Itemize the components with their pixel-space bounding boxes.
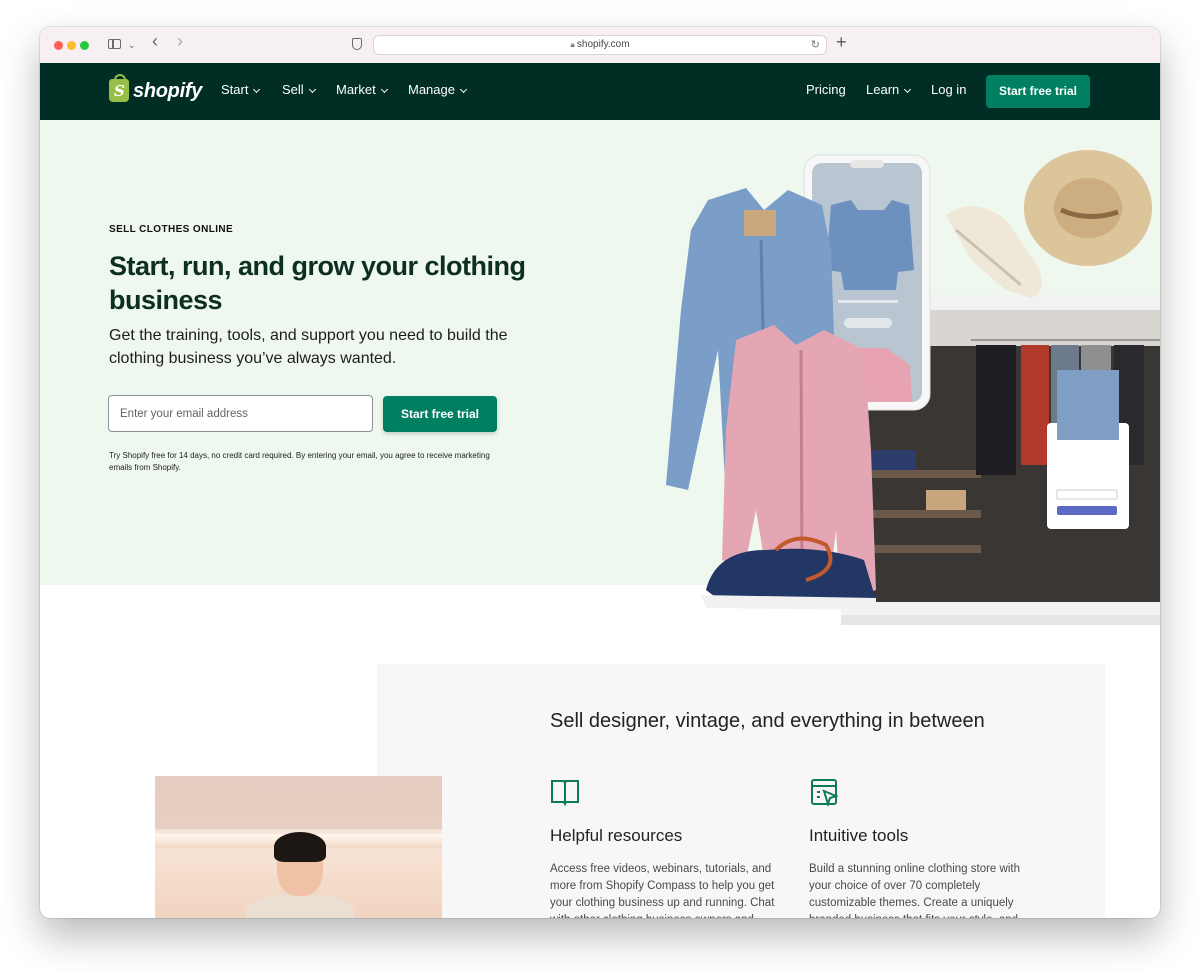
chevron-down-icon [380, 85, 388, 94]
sidebar-icon[interactable] [108, 39, 121, 49]
theme-editor-icon [811, 779, 839, 808]
hero-start-free-trial-button[interactable]: Start free trial [383, 396, 497, 432]
minimize-window-button[interactable] [67, 41, 76, 50]
address-bar[interactable]: 🔒︎ shopify.com ↻ [373, 35, 827, 55]
product-card-jacket [1057, 370, 1119, 440]
hanging-coat [976, 345, 1016, 475]
hero-eyebrow: SELL CLOTHES ONLINE [109, 224, 234, 235]
email-input[interactable] [108, 395, 373, 432]
feature-title-helpful-resources: Helpful resources [550, 826, 683, 845]
close-window-button[interactable] [54, 41, 63, 50]
nav-market[interactable]: Market [336, 82, 388, 97]
feature-text-helpful-resources: Access free videos, webinars, tutorials,… [550, 863, 775, 918]
logo-text: shopify [133, 80, 203, 102]
start-free-trial-button[interactable]: Start free trial [986, 75, 1090, 108]
chevron-down-icon [253, 85, 261, 94]
chevron-down-icon [904, 85, 912, 94]
nav-start[interactable]: Start [221, 82, 261, 97]
hanging-red-jacket [1021, 345, 1049, 465]
shield-icon[interactable] [352, 38, 362, 50]
hero-section: SELL CLOTHES ONLINE Start, run, and grow… [40, 120, 1160, 625]
browser-window: ⌄ ‹ › 🔒︎ shopify.com ↻ + S shopify Start… [40, 27, 1160, 918]
legal-disclaimer: Try Shopify free for 14 days, no credit … [109, 451, 490, 472]
nav-manage[interactable]: Manage [408, 82, 468, 97]
zoom-window-button[interactable] [80, 41, 89, 50]
chevron-down-icon [459, 85, 468, 94]
reload-icon[interactable]: ↻ [811, 38, 820, 51]
hero-title: Start, run, and grow your clothing busin… [109, 251, 526, 315]
nav-sell[interactable]: Sell [282, 82, 316, 97]
forward-icon[interactable]: › [177, 32, 183, 50]
chevron-down-icon [308, 85, 316, 94]
merchant-photo [155, 776, 442, 918]
features-section-title: Sell designer, vintage, and everything i… [550, 710, 985, 732]
shopping-bag-icon: S [109, 74, 129, 102]
back-icon[interactable]: ‹ [152, 32, 158, 50]
book-icon [551, 780, 579, 806]
browser-toolbar: ⌄ ‹ › 🔒︎ shopify.com ↻ + [40, 27, 1160, 64]
nav-login[interactable]: Log in [931, 82, 966, 97]
url-text: shopify.com [576, 39, 630, 50]
nav-learn[interactable]: Learn [866, 82, 912, 97]
site-header: S shopify Start Sell Market Manage Prici… [40, 63, 1160, 120]
hero-subtitle: Get the training, tools, and support you… [109, 327, 508, 367]
feature-title-intuitive-tools: Intuitive tools [809, 826, 909, 845]
chevron-down-icon[interactable]: ⌄ [128, 36, 136, 54]
hero-clothing-illustration [666, 150, 1160, 625]
feature-text-intuitive-tools: Build a stunning online clothing store w… [809, 863, 1020, 918]
new-tab-icon[interactable]: + [836, 32, 847, 53]
nav-pricing[interactable]: Pricing [806, 82, 846, 97]
